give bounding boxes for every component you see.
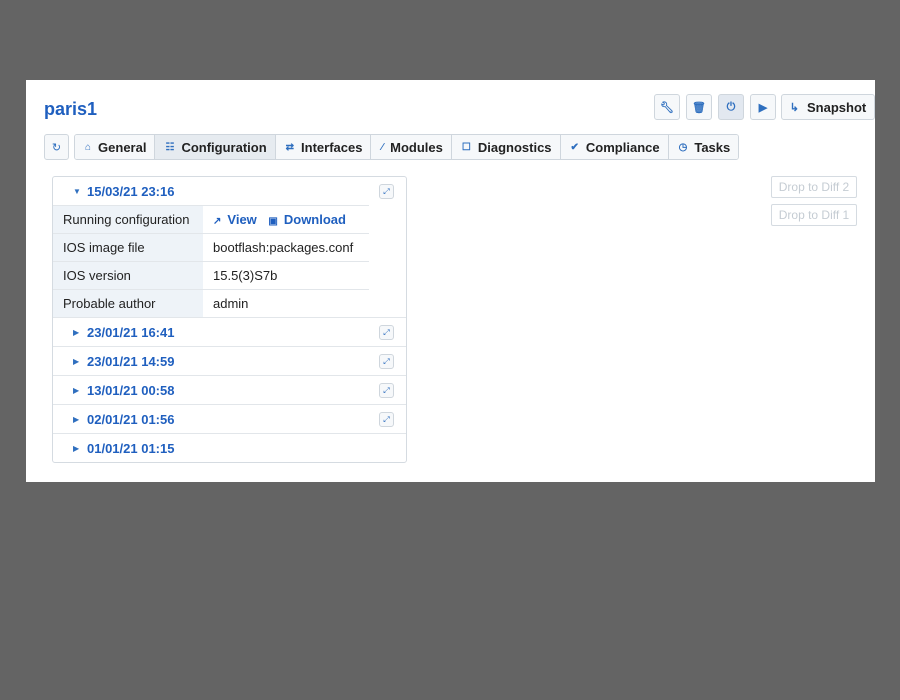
save-icon: ▣	[268, 216, 278, 227]
tab-configuration[interactable]: ☷ Configuration	[155, 135, 276, 159]
power-icon: ⏻	[726, 100, 736, 113]
tab-label: Compliance	[585, 139, 660, 155]
tab-label: Tasks	[694, 139, 731, 155]
table-row: IOS version 15.5(3)S7b	[53, 261, 369, 290]
run-button[interactable]: ▶	[750, 94, 776, 120]
caret-right-icon: ▶	[73, 356, 80, 366]
tab-general[interactable]: ⌂ General	[75, 135, 156, 159]
drop-to-diff-2[interactable]: Drop to Diff 2	[771, 176, 857, 198]
caret-right-icon: ▶	[73, 385, 80, 395]
history-date: 13/01/21 00:58	[87, 382, 175, 398]
history-entry[interactable]: ▶ 13/01/21 00:58 ⤢	[53, 375, 406, 404]
home-icon: ⌂	[85, 141, 92, 153]
tab-bar: ⌂ General ☷ Configuration ⇄ Interfaces ∕ Mod…	[74, 134, 740, 160]
history-date: 23/01/21 14:59	[87, 353, 175, 369]
download-label: Download	[283, 212, 346, 227]
property-value: bootflash:packages.conf	[203, 233, 369, 262]
expand-icon[interactable]: ⤢	[379, 184, 394, 199]
trash-icon: 🗑︎	[692, 101, 706, 114]
table-row: Probable author admin	[53, 289, 369, 317]
play-icon: ▶	[758, 101, 768, 114]
expand-icon[interactable]: ⤢	[379, 412, 394, 427]
power-button[interactable]: ⏻	[718, 94, 744, 120]
tab-diagnostics[interactable]: ☐ Diagnostics	[451, 135, 561, 159]
configure-button[interactable]: 🔧︎	[654, 94, 680, 120]
download-link[interactable]: ▣ Download	[268, 212, 346, 227]
external-link-icon: ↗	[213, 216, 222, 227]
refresh-button[interactable]: ↻	[44, 134, 69, 160]
tab-compliance[interactable]: ✔ Compliance	[560, 135, 669, 159]
tab-tasks[interactable]: ◷ Tasks	[668, 135, 739, 159]
property-key: Running configuration	[53, 205, 203, 234]
clipboard-icon: ☐	[461, 141, 471, 153]
history-entry[interactable]: ▶ 23/01/21 16:41 ⤢	[53, 317, 406, 346]
expand-icon[interactable]: ⤢	[379, 383, 394, 398]
wrench-icon: 🔧︎	[660, 101, 674, 114]
view-link[interactable]: ↗ View	[213, 212, 257, 227]
tab-label: General	[98, 139, 147, 155]
drop-to-diff-1[interactable]: Drop to Diff 1	[771, 204, 857, 226]
history-entry[interactable]: ▶ 01/01/21 01:15	[53, 433, 406, 462]
refresh-icon: ↻	[51, 141, 62, 154]
history-entry[interactable]: ▶ 23/01/21 14:59 ⤢	[53, 346, 406, 375]
caret-right-icon: ▶	[73, 414, 80, 424]
check-icon: ✔	[570, 141, 579, 153]
exchange-icon: ⇄	[285, 141, 295, 153]
history-date: 15/03/21 23:16	[87, 183, 175, 199]
property-value: admin	[203, 289, 369, 317]
snapshot-button[interactable]: ↳ Snapshot	[781, 94, 875, 120]
property-value: ↗ View ▣ Download	[203, 205, 369, 234]
database-icon: ☷	[165, 141, 175, 153]
tab-label: Configuration	[181, 139, 267, 155]
caret-right-icon: ▶	[73, 327, 80, 337]
history-date: 01/01/21 01:15	[87, 440, 175, 456]
tab-label: Diagnostics	[477, 139, 552, 155]
caret-down-icon: ▼	[73, 186, 81, 196]
link-icon: ∕	[381, 141, 384, 153]
history-date: 02/01/21 01:56	[87, 411, 175, 427]
view-label: View	[227, 212, 257, 227]
property-value: 15.5(3)S7b	[203, 261, 369, 290]
history-date: 23/01/21 16:41	[87, 324, 175, 340]
expand-icon[interactable]: ⤢	[379, 325, 394, 340]
snapshot-label: Snapshot	[807, 99, 867, 115]
device-panel: paris1 🔧︎ 🗑︎ ⏻ ▶ ↳ Snapshot ↻ ⌂ General ☷…	[26, 80, 875, 482]
history-entry[interactable]: ▶ 02/01/21 01:56 ⤢	[53, 404, 406, 433]
expand-icon[interactable]: ⤢	[379, 354, 394, 369]
property-key: Probable author	[53, 289, 203, 317]
action-toolbar: 🔧︎ 🗑︎ ⏻ ▶ ↳ Snapshot	[648, 94, 875, 120]
delete-button[interactable]: 🗑︎	[686, 94, 712, 120]
config-history-list: ▼ 15/03/21 23:16 ⤢ Running configuration…	[52, 176, 407, 463]
property-key: IOS image file	[53, 233, 203, 262]
history-entry-expanded[interactable]: ▼ 15/03/21 23:16 ⤢	[53, 177, 406, 205]
tab-label: Interfaces	[301, 139, 363, 155]
tab-interfaces[interactable]: ⇄ Interfaces	[275, 135, 372, 159]
tab-label: Modules	[390, 139, 443, 155]
table-row: IOS image file bootflash:packages.conf	[53, 233, 369, 262]
config-properties-table: Running configuration ↗ View ▣ Download IO…	[53, 205, 369, 317]
tab-modules[interactable]: ∕ Modules	[371, 135, 452, 159]
property-key: IOS version	[53, 261, 203, 290]
caret-right-icon: ▶	[73, 443, 80, 453]
table-row: Running configuration ↗ View ▣ Download	[53, 205, 369, 234]
clock-icon: ◷	[678, 141, 688, 153]
arrow-curve-icon: ↳	[789, 101, 799, 114]
device-title: paris1	[44, 99, 98, 119]
